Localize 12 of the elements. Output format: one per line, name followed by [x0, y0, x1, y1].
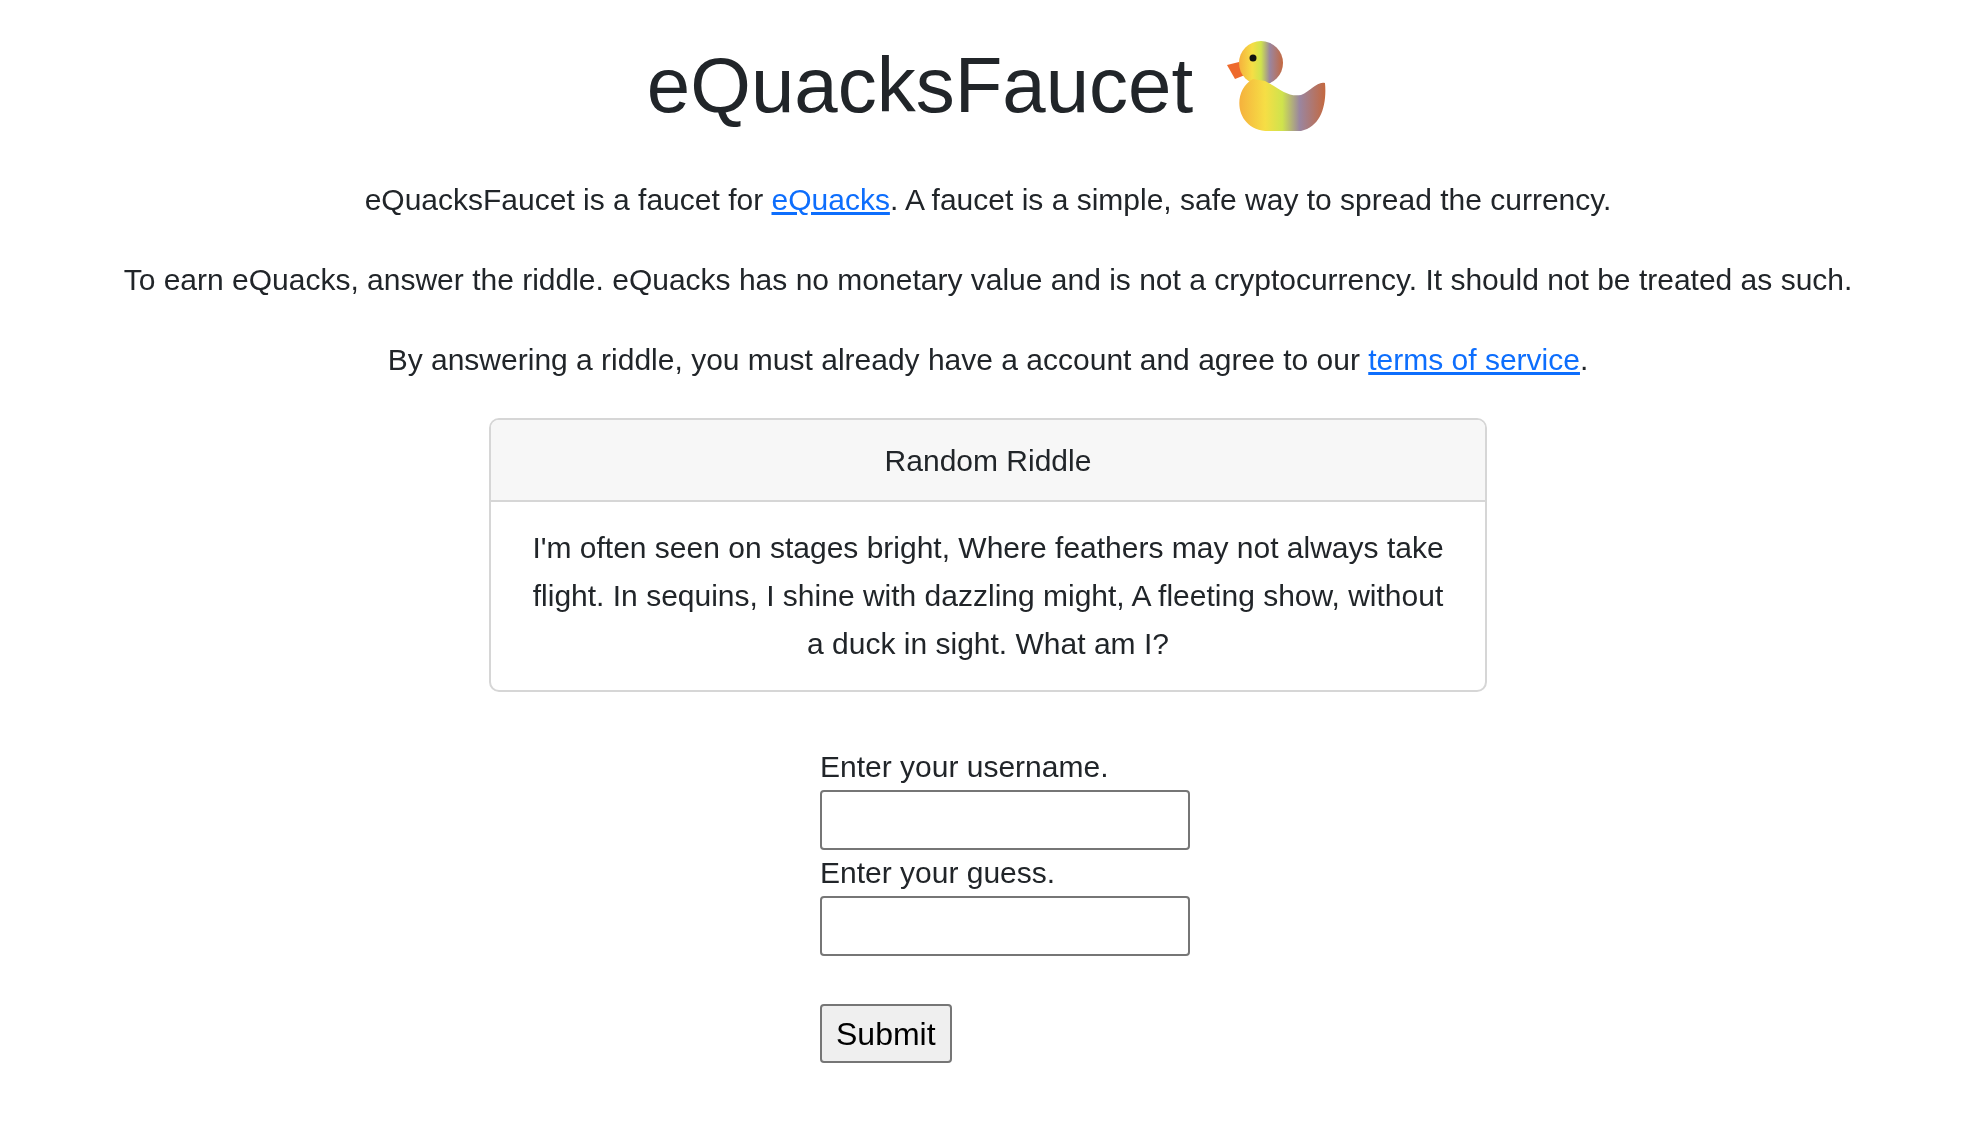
intro-paragraph: By answering a riddle, you must already have a account and agree to our terms of service. [387, 342, 1589, 378]
inline-link[interactable]: eQuacks [771, 183, 890, 216]
field-label: Enter your username. [820, 749, 1109, 785]
riddle-text: I'm often seen on stages bright, Where feathers may not always take flight. In sequins, I shine with dazzling might, A fleeting show, without a duck in sight. What am I? [531, 530, 1445, 662]
inline-link[interactable]: terms of service [1368, 343, 1580, 376]
submit-button[interactable]: Submit [820, 1004, 952, 1063]
field-label: Enter your guess. [820, 855, 1056, 891]
card-header: Random Riddle [491, 420, 1485, 502]
intro-paragraph: To earn eQuacks, answer the riddle. eQuacks has no monetary value and is not a cryptocurrency. It should not be treated as such. [123, 262, 1853, 298]
text-field[interactable] [820, 790, 1190, 850]
text-field[interactable] [820, 896, 1190, 956]
intro-paragraph: eQuacksFaucet is a faucet for eQuacks. A faucet is a simple, safe way to spread the currency. [364, 182, 1612, 218]
